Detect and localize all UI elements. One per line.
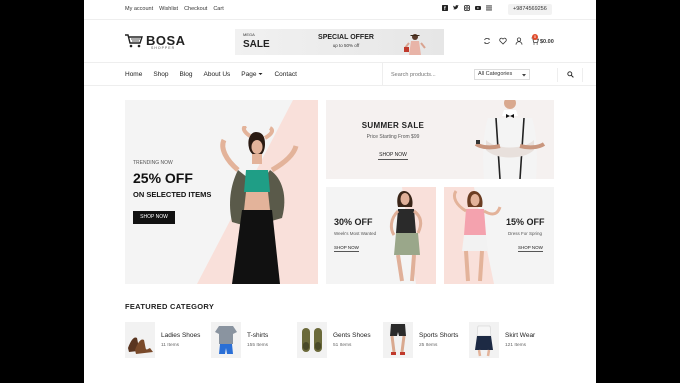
hero-trending: TRENDING NOW (133, 160, 173, 166)
promo-card-30[interactable]: 30% OFF Week's Most Wanted SHOP NOW (326, 187, 436, 284)
banner-sub: up to 50% off (332, 43, 360, 48)
hero-banner[interactable]: TRENDING NOW 25% OFF ON SELECTED ITEMS S… (125, 100, 318, 284)
chevron-down-icon (258, 73, 263, 75)
hero-subtitle: ON SELECTED ITEMS (133, 190, 212, 199)
cart-count-badge: 0 (532, 34, 538, 40)
category-select[interactable]: All Categories (474, 69, 530, 80)
search-icon (567, 71, 574, 78)
search-button[interactable] (557, 68, 583, 82)
card15-shop-now-button[interactable]: SHOP NOW (518, 245, 543, 252)
promo-card-15[interactable]: 15% OFF Dress For Spring SHOP NOW (444, 187, 554, 284)
header-icons (483, 37, 539, 45)
category-ladies-shoes[interactable]: Ladies Shoes 11 Items (125, 322, 200, 358)
card15-subtitle: Dress For Spring (508, 231, 543, 236)
category-name: Sports Shorts (419, 332, 459, 339)
card30-model-image (389, 191, 423, 282)
card30-discount: 30% OFF (334, 217, 373, 227)
search-input[interactable] (391, 69, 471, 80)
category-count: 11 Items (161, 343, 180, 348)
featured-category-title: FEATURED CATEGORY (125, 302, 215, 311)
facebook-icon[interactable]: f (442, 5, 448, 11)
gents-shoes-image (297, 322, 327, 358)
tshirts-image (211, 322, 241, 358)
card30-subtitle: Week's Most Wanted (334, 231, 377, 236)
logo[interactable]: BOSA SHOPPER (125, 34, 186, 50)
cart-logo-icon (125, 34, 143, 48)
card15-discount: 15% OFF (506, 217, 545, 227)
nav-page-label: Page (241, 71, 257, 78)
category-tshirts[interactable]: T-shirts 155 Items (211, 322, 268, 358)
summer-shop-now-button[interactable]: SHOP NOW (378, 152, 408, 160)
wishlist-link[interactable]: Wishlist (159, 6, 178, 12)
top-links: My account Wishlist Checkout Cart (125, 6, 224, 12)
banner-offer: SPECIAL OFFER (318, 34, 374, 41)
category-name: T-shirts (247, 332, 269, 339)
summer-model-image (474, 100, 546, 179)
category-count: 155 Items (247, 343, 269, 348)
phone-number: +9874569256 (508, 4, 552, 15)
search-box: All Categories (382, 63, 554, 86)
page: My account Wishlist Checkout Cart f +987… (84, 0, 596, 383)
banner-mega: MEGA (243, 32, 255, 37)
logo-subtext: SHOPPER (151, 46, 176, 50)
sports-shorts-image (383, 322, 413, 358)
card30-shop-now-button[interactable]: SHOP NOW (334, 245, 359, 252)
card15-model-image (452, 190, 502, 282)
twitter-icon[interactable] (453, 5, 459, 11)
category-count: 51 Items (333, 343, 352, 348)
social-icons: f (442, 5, 492, 11)
hero-shop-now-button[interactable]: SHOP NOW (133, 211, 175, 224)
wishlist-heart-icon[interactable] (499, 37, 507, 45)
nav-home[interactable]: Home (125, 71, 142, 78)
category-count: 121 Items (505, 343, 527, 348)
promo-banner[interactable]: MEGA SALE SPECIAL OFFER up to 50% off (235, 29, 444, 55)
cart-total[interactable]: $0.00 (540, 39, 554, 45)
main-nav: Home Shop Blog About Us Page Contact All… (84, 62, 596, 86)
youtube-icon[interactable] (475, 5, 481, 11)
chevron-down-icon (522, 74, 526, 77)
nav-page[interactable]: Page (241, 71, 263, 78)
category-name: Skirt Wear (505, 332, 536, 339)
category-skirt-wear[interactable]: Skirt Wear 121 Items (469, 322, 535, 358)
banner-model-image (404, 34, 426, 55)
category-select-value: All Categories (478, 71, 513, 77)
nav-about[interactable]: About Us (204, 71, 231, 78)
nav-links: Home Shop Blog About Us Page Contact (125, 71, 297, 78)
nav-contact[interactable]: Contact (274, 71, 296, 78)
nav-shop[interactable]: Shop (153, 71, 168, 78)
summer-title: SUMMER SALE (361, 121, 425, 130)
instagram-icon[interactable] (464, 5, 470, 11)
nav-blog[interactable]: Blog (180, 71, 193, 78)
summer-sale-banner[interactable]: SUMMER SALE Price Starting From $99 SHOP… (326, 100, 554, 179)
hero-model-image (220, 126, 299, 284)
hero-discount: 25% OFF (133, 170, 193, 186)
checkout-link[interactable]: Checkout (184, 6, 207, 12)
top-bar: My account Wishlist Checkout Cart f +987… (84, 0, 596, 20)
compare-icon[interactable] (483, 37, 491, 45)
skirt-wear-image (469, 322, 499, 358)
category-count: 25 Items (419, 343, 438, 348)
menu-icon[interactable] (486, 5, 492, 11)
banner-sale: SALE (243, 39, 270, 50)
category-name: Ladies Shoes (161, 332, 201, 339)
cart-link[interactable]: Cart (213, 6, 223, 12)
category-name: Gents Shoes (333, 332, 371, 339)
my-account-link[interactable]: My account (125, 6, 153, 12)
summer-price: Price Starting From $99 (366, 134, 420, 140)
category-gents-shoes[interactable]: Gents Shoes 51 Items (297, 322, 371, 358)
category-sports-shorts[interactable]: Sports Shorts 25 Items (383, 322, 458, 358)
user-icon[interactable] (515, 37, 523, 45)
ladies-shoes-image (125, 322, 155, 358)
